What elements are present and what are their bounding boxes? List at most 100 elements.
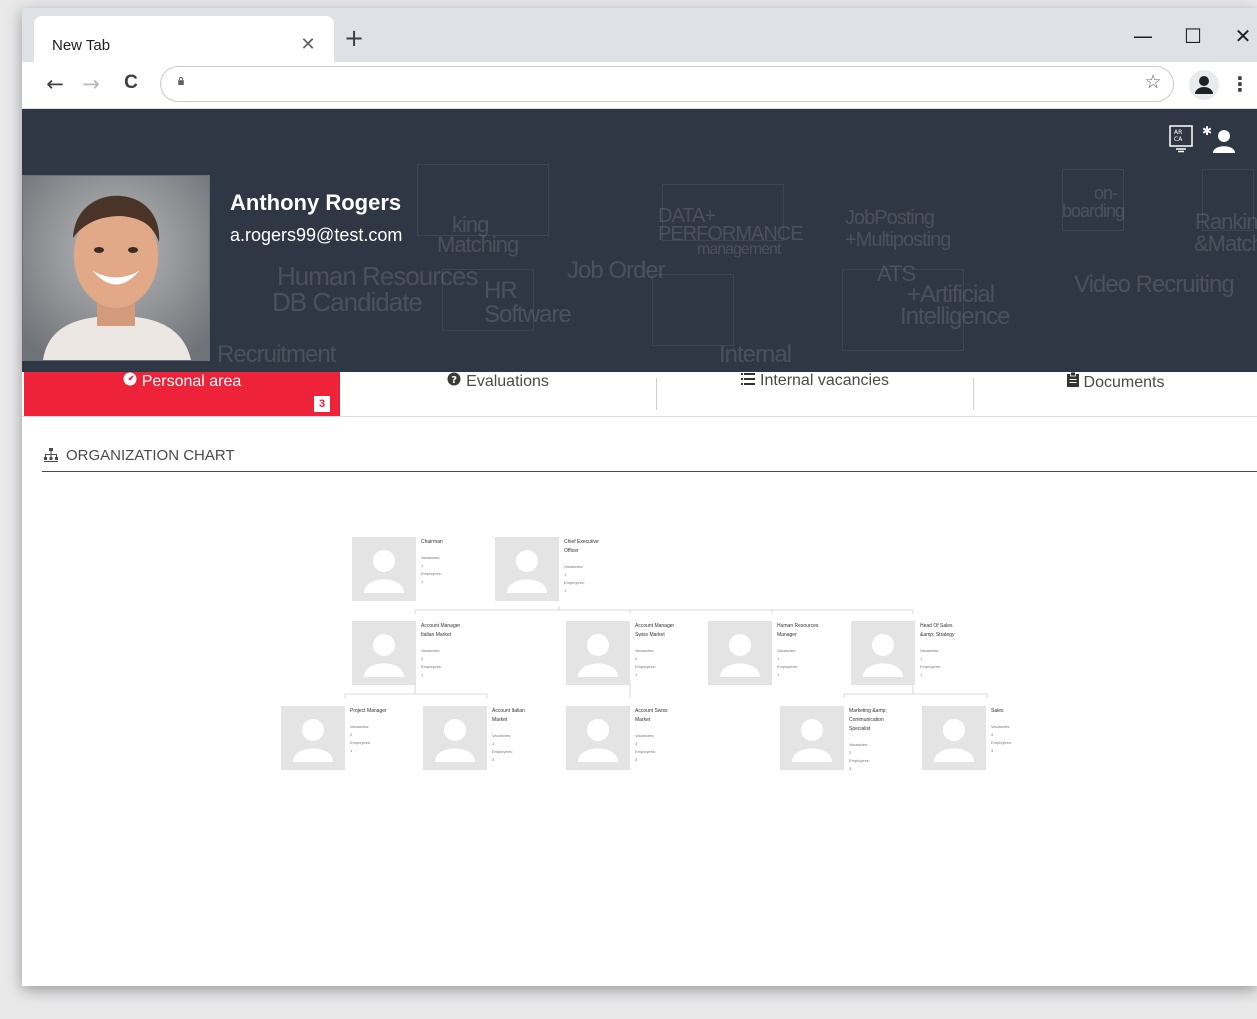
vacancies-value: 1 — [421, 563, 424, 568]
forward-button[interactable]: → — [78, 72, 104, 98]
bg-word: Internal — [719, 341, 792, 368]
tab-personal-area[interactable]: Personal area 3 — [24, 372, 340, 416]
person-head — [373, 634, 395, 656]
vacancies-value: 2 — [849, 750, 852, 755]
employees-value: 1 — [777, 672, 780, 677]
bg-word: Video Recruiting — [1074, 271, 1235, 298]
employees-value: 1 — [920, 672, 923, 677]
employees-value: 3 — [991, 748, 994, 753]
org-node-hr_manager[interactable]: Human Resources Manager Vacancies: 1 Employe… — [708, 621, 819, 685]
org-node-sales[interactable]: Sales Vacancies: 4 Employees: 3 — [922, 706, 1012, 770]
person-head — [872, 634, 894, 656]
node-title: Chief Executive — [564, 539, 599, 545]
org-chart: Chairman Vacancies: 1 Employees: 1 Chief Exec… — [281, 537, 1012, 771]
minimize-button[interactable]: — — [1128, 24, 1158, 48]
vacancies-value: 2 — [350, 732, 353, 737]
reload-button[interactable]: C — [118, 72, 144, 98]
bg-word: Intelligence — [900, 303, 1010, 330]
employees-label: Employees: — [849, 758, 870, 763]
org-node-ceo[interactable]: Chief Executive Officer Vacancies: 1 Employe… — [495, 537, 599, 601]
node-title: Project Manager — [350, 708, 387, 714]
employees-label: Employees: — [991, 740, 1012, 745]
employees-value: 1 — [564, 588, 567, 593]
user-email: a.rogers99@test.com — [230, 225, 403, 245]
vacancies-label: Vacancies: — [635, 733, 654, 738]
bg-word: Software — [484, 301, 572, 328]
clipboard-icon — [1066, 371, 1079, 390]
node-title: Marketing &amp; — [849, 708, 887, 714]
browser-tab[interactable]: New Tab ✕ — [34, 16, 334, 62]
node-title: Chairman — [421, 539, 443, 545]
browser-menu-button[interactable]: ⋮ — [1230, 72, 1250, 98]
vacancies-value: 2 — [635, 656, 638, 661]
vacancies-value: 3 — [635, 741, 638, 746]
node-title: Manager — [777, 632, 797, 638]
tab-label: Evaluations — [466, 373, 549, 390]
bookmark-star-icon[interactable]: ☆ — [1141, 71, 1165, 97]
org-node-acc_italian[interactable]: Account Italian Market Vacancies: 4 Employee… — [423, 706, 525, 770]
vacancies-value: 4 — [492, 741, 495, 746]
employees-label: Employees: — [492, 749, 513, 754]
main-tabs: Personal area 3 ? Evaluations Internal v… — [22, 371, 1257, 417]
employees-label: Employees: — [635, 664, 656, 669]
tab-strip: New Tab ✕ + — ☐ ✕ — [22, 8, 1257, 62]
node-title: Market — [492, 717, 508, 723]
new-tab-button[interactable]: + — [342, 24, 366, 52]
bg-word: boarding — [1062, 201, 1125, 221]
person-head — [516, 550, 538, 572]
person-head — [943, 719, 965, 741]
org-node-acc_swiss[interactable]: Account Swiss Market Vacancies: 3 Employees:… — [566, 706, 668, 770]
bg-word: Job Order — [567, 257, 666, 284]
sitemap-icon — [44, 448, 58, 462]
back-button[interactable]: ← — [42, 72, 68, 98]
tab-documents[interactable]: Documents — [974, 371, 1257, 416]
employees-value: 1 — [421, 579, 424, 584]
node-title: Specialist — [849, 726, 871, 732]
employees-value: 3 — [849, 766, 852, 771]
vacancies-value: 1 — [777, 656, 780, 661]
vacancies-value: 4 — [991, 732, 994, 737]
vacancies-value: 2 — [421, 656, 424, 661]
section-header: ORGANIZATION CHART — [42, 445, 1257, 472]
notification-badge: 3 — [314, 396, 330, 412]
vacancies-label: Vacancies: — [564, 564, 583, 569]
employees-label: Employees: — [421, 571, 442, 576]
maximize-button[interactable]: ☐ — [1178, 24, 1208, 48]
bg-word: Recruitment — [217, 341, 336, 368]
person-head — [729, 634, 751, 656]
person-head — [302, 719, 324, 741]
tab-label: Internal vacancies — [760, 372, 889, 389]
tab-internal-vacancies[interactable]: Internal vacancies — [657, 372, 973, 416]
employees-label: Employees: — [635, 749, 656, 754]
org-node-chairman[interactable]: Chairman Vacancies: 1 Employees: 1 — [352, 537, 443, 601]
vacancies-value: 1 — [564, 572, 567, 577]
person-head — [801, 719, 823, 741]
employees-value: 1 — [635, 672, 638, 677]
tab-evaluations[interactable]: ? Evaluations — [340, 372, 656, 416]
node-title: Officer — [564, 548, 579, 554]
org-node-am_italian[interactable]: Account Manager Italian Market Vacancies: 2… — [352, 621, 461, 685]
org-node-am_swiss[interactable]: Account Manager Swiss Market Vacancies: 2 Em… — [566, 621, 675, 685]
person-head — [587, 634, 609, 656]
org-node-project_manager[interactable]: Project Manager Vacancies: 2 Employees: 1 — [281, 706, 387, 770]
language-icon[interactable]: AR CA — [1168, 123, 1194, 153]
close-window-button[interactable]: ✕ — [1228, 24, 1257, 48]
profile-button[interactable] — [1189, 70, 1219, 100]
employees-label: Employees: — [421, 664, 442, 669]
avatar — [22, 175, 210, 361]
profile-header: king Matching DATA+ PERFORMANCE manageme… — [22, 109, 1257, 372]
vacancies-label: Vacancies: — [849, 742, 868, 747]
section-title: ORGANIZATION CHART — [66, 447, 235, 464]
user-settings-icon[interactable]: ✱ — [1202, 123, 1236, 153]
vacancies-label: Vacancies: — [350, 724, 369, 729]
node-title: Italian Market — [421, 632, 452, 638]
user-name: Anthony Rogers — [230, 190, 402, 215]
node-title: Sales — [991, 708, 1004, 714]
address-bar[interactable]: ☆ — [160, 66, 1174, 102]
vacancies-label: Vacancies: — [635, 648, 654, 653]
tab-title: New Tab — [52, 37, 111, 54]
node-title: Account Italian — [492, 708, 525, 714]
close-icon[interactable]: ✕ — [298, 35, 318, 55]
org-node-marketing[interactable]: Marketing &amp; Communication Specialist Va… — [780, 706, 887, 771]
org-node-head_sales[interactable]: Head Of Sales&amp; Strategy Vacancies: 1 Em… — [851, 621, 955, 685]
